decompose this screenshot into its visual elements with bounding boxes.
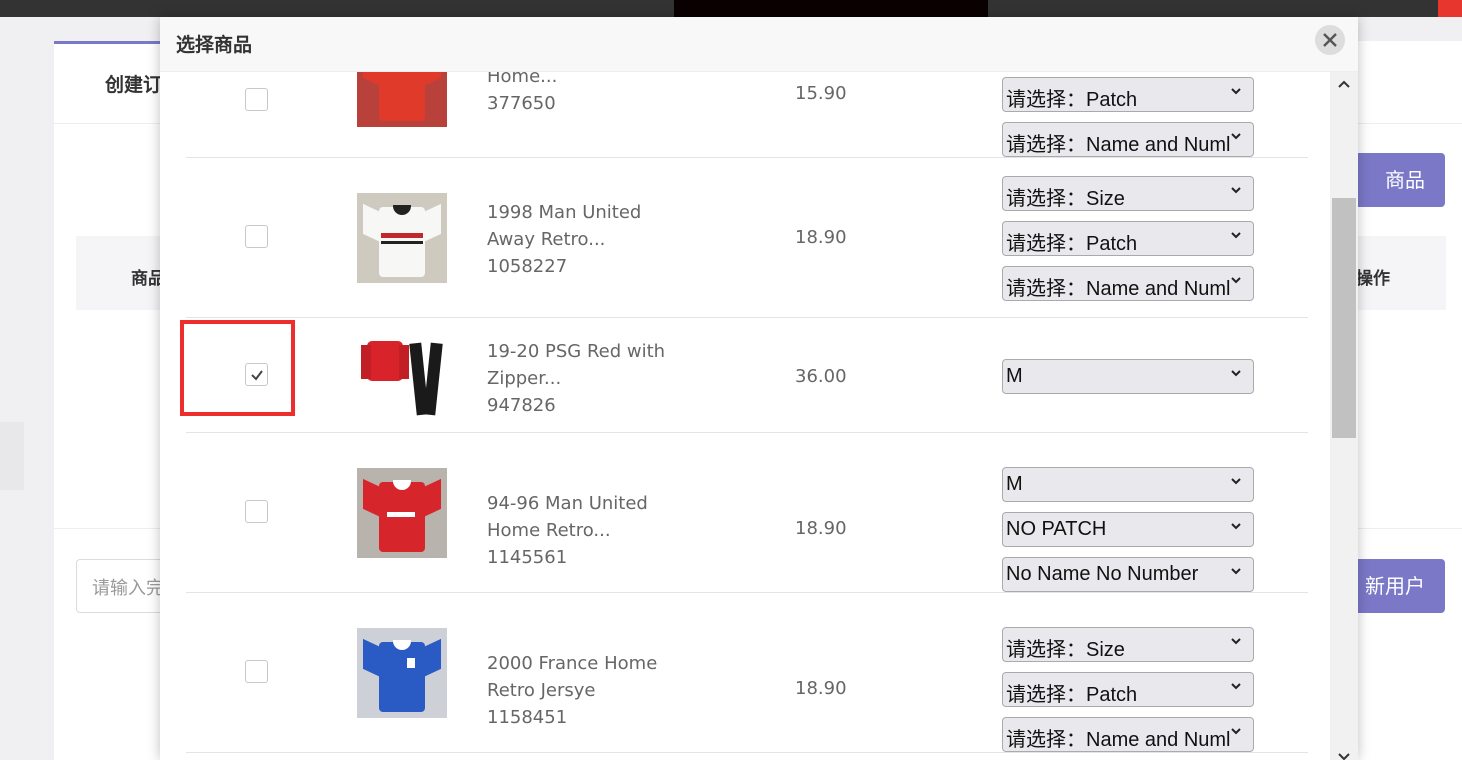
product-price: 18.90 xyxy=(795,518,847,539)
tab-create-order[interactable]: 创建订 xyxy=(105,70,162,97)
product-name: 19-20 PSG Red with Zipper... 947826 xyxy=(487,341,666,416)
chevron-down-icon xyxy=(1231,683,1241,690)
size-select[interactable]: M xyxy=(1002,359,1254,394)
chevron-down-icon xyxy=(1231,638,1241,645)
chevron-down-icon xyxy=(1231,187,1241,194)
size-select[interactable]: 请选择：Size xyxy=(1002,176,1254,211)
patch-select[interactable]: 请选择：Patch xyxy=(1002,221,1254,256)
top-bar-red-segment xyxy=(1438,0,1462,17)
size-select[interactable]: M xyxy=(1002,467,1254,502)
chevron-down-icon xyxy=(1231,728,1241,735)
name-number-select[interactable]: 请选择：Name and Numl xyxy=(1002,717,1254,752)
product-thumbnail xyxy=(357,628,447,718)
browser-top-bar xyxy=(0,0,1462,17)
chevron-down-icon xyxy=(1231,478,1241,485)
select-product-modal: Home... 377650 15.90 请选择：Patch 请选择：Name … xyxy=(160,17,1358,760)
column-header-actions: 操作 xyxy=(1356,269,1390,289)
close-button[interactable] xyxy=(1315,25,1345,55)
product-price: 18.90 xyxy=(795,227,847,248)
product-checkbox[interactable] xyxy=(245,88,268,111)
scrollbar[interactable] xyxy=(1330,72,1358,760)
modal-title: 选择商品 xyxy=(176,34,253,56)
product-row: 2000 France Home Retro Jersye 1158451 18… xyxy=(186,593,1308,753)
product-thumbnail xyxy=(357,331,447,421)
active-tab-indicator xyxy=(54,41,164,44)
product-name: 94-96 Man United Home Retro... 1145561 xyxy=(487,493,648,568)
product-price: 36.00 xyxy=(795,366,847,387)
top-bar-dark-segment xyxy=(674,0,988,17)
scroll-up-icon xyxy=(1338,80,1350,88)
product-checkbox[interactable] xyxy=(245,660,268,683)
selection-highlight-box xyxy=(180,320,295,416)
scrollbar-thumb[interactable] xyxy=(1332,198,1356,438)
product-price: 18.90 xyxy=(795,678,847,699)
close-icon xyxy=(1323,33,1337,47)
chevron-down-icon xyxy=(1231,370,1241,377)
name-number-select[interactable]: No Name No Number xyxy=(1002,557,1254,592)
name-number-select[interactable]: 请选择：Name and Numl xyxy=(1002,122,1254,157)
patch-select[interactable]: NO PATCH xyxy=(1002,512,1254,547)
product-thumbnail xyxy=(357,193,447,283)
product-checkbox[interactable] xyxy=(245,225,268,248)
chevron-down-icon xyxy=(1231,232,1241,239)
name-number-select[interactable]: 请选择：Name and Numl xyxy=(1002,266,1254,301)
modal-header: 选择商品 xyxy=(160,17,1358,72)
product-row: 19-20 PSG Red with Zipper... 947826 36.0… xyxy=(186,318,1308,433)
chevron-down-icon xyxy=(1231,133,1241,140)
patch-select[interactable]: 请选择：Patch xyxy=(1002,77,1254,112)
scroll-down-icon xyxy=(1338,753,1350,760)
product-row: 94-96 Man United Home Retro... 1145561 1… xyxy=(186,433,1308,593)
chevron-down-icon xyxy=(1231,277,1241,284)
product-thumbnail xyxy=(357,468,447,558)
product-name: 2000 France Home Retro Jersye 1158451 xyxy=(487,653,658,728)
size-select[interactable]: 请选择：Size xyxy=(1002,627,1254,662)
product-list: Home... 377650 15.90 请选择：Patch 请选择：Name … xyxy=(160,17,1330,760)
product-row: 1998 Man United Away Retro... 1058227 18… xyxy=(186,158,1308,318)
background-side-strip xyxy=(0,422,24,490)
chevron-down-icon xyxy=(1231,523,1241,530)
chevron-down-icon xyxy=(1231,88,1241,95)
product-price: 15.90 xyxy=(795,83,847,104)
chevron-down-icon xyxy=(1231,568,1241,575)
product-name: 1998 Man United Away Retro... 1058227 xyxy=(487,202,642,277)
product-checkbox[interactable] xyxy=(245,500,268,523)
patch-select[interactable]: 请选择：Patch xyxy=(1002,672,1254,707)
